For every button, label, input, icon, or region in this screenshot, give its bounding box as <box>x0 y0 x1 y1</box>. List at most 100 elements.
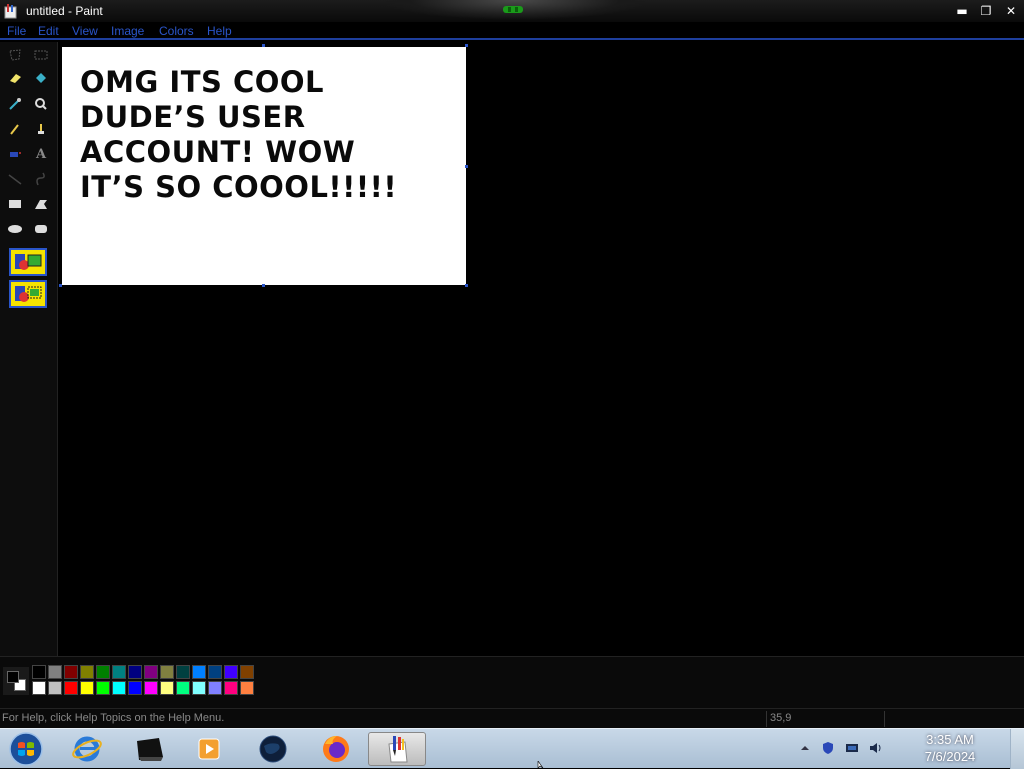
green-indicator-icon <box>503 6 523 13</box>
paint-app-icon[interactable] <box>3 3 19 19</box>
internet-explorer-icon <box>72 736 102 762</box>
color-swatch[interactable] <box>80 681 94 695</box>
color-picker-tool[interactable] <box>4 93 26 115</box>
resize-handle-bottom-right[interactable] <box>465 284 468 287</box>
brush-tool[interactable] <box>30 118 52 140</box>
color-swatch[interactable] <box>208 681 222 695</box>
color-swatch[interactable] <box>144 665 158 679</box>
color-swatch[interactable] <box>192 681 206 695</box>
text-tool[interactable]: A <box>30 143 52 165</box>
title-bar: untitled - Paint ▬ ❐ ✕ <box>0 0 1024 22</box>
color-swatch[interactable] <box>224 681 238 695</box>
color-swatch[interactable] <box>80 665 94 679</box>
color-swatch[interactable] <box>240 681 254 695</box>
color-swatch[interactable] <box>96 665 110 679</box>
menu-file[interactable]: File <box>7 24 26 38</box>
canvas-area[interactable]: OMG ITS COOL DUDE’S USER ACCOUNT! WOW IT… <box>59 42 1024 656</box>
color-swatch[interactable] <box>144 681 158 695</box>
current-colors[interactable] <box>3 667 29 695</box>
free-select-icon <box>9 49 21 61</box>
airbrush-icon <box>10 152 21 157</box>
color-swatch[interactable] <box>176 665 190 679</box>
color-swatch[interactable] <box>160 681 174 695</box>
show-hidden-icons-icon[interactable] <box>798 741 812 755</box>
ellipse-tool[interactable] <box>4 218 26 240</box>
resize-handle-bottom-left <box>59 284 62 287</box>
menu-colors[interactable]: Colors <box>159 24 194 38</box>
taskbar-globe-app[interactable] <box>244 732 302 766</box>
color-swatch[interactable] <box>112 681 126 695</box>
color-swatch[interactable] <box>160 665 174 679</box>
menu-image[interactable]: Image <box>111 24 144 38</box>
shield-icon[interactable] <box>821 741 835 755</box>
polygon-icon <box>35 200 47 209</box>
color-swatch[interactable] <box>64 665 78 679</box>
color-swatch[interactable] <box>96 681 110 695</box>
maximize-button[interactable]: ❐ <box>977 2 995 20</box>
pencil-tool[interactable] <box>4 118 26 140</box>
magnifier-tool[interactable] <box>30 93 52 115</box>
color-swatch[interactable] <box>192 665 206 679</box>
resize-handle-right[interactable] <box>465 165 468 168</box>
color-swatch[interactable] <box>32 665 46 679</box>
volume-icon[interactable] <box>868 741 882 755</box>
menu-view[interactable]: View <box>72 24 98 38</box>
resize-handle-top <box>262 44 265 47</box>
eraser-tool[interactable] <box>4 67 26 89</box>
taskbar-internet-explorer[interactable] <box>58 732 116 766</box>
pencil-icon <box>10 124 19 135</box>
rounded-rectangle-tool[interactable] <box>30 218 52 240</box>
line-icon <box>8 174 22 185</box>
airbrush-tool[interactable] <box>4 143 26 165</box>
free-select-tool[interactable] <box>4 44 26 66</box>
menu-edit[interactable]: Edit <box>38 24 59 38</box>
menu-help[interactable]: Help <box>207 24 232 38</box>
ellipse-icon <box>8 225 22 233</box>
close-button[interactable]: ✕ <box>1002 2 1020 20</box>
color-swatch[interactable] <box>32 681 46 695</box>
media-player-icon <box>198 738 220 760</box>
start-button[interactable] <box>6 731 46 767</box>
polygon-tool[interactable] <box>30 193 52 215</box>
network-icon[interactable] <box>845 741 859 755</box>
eraser-icon <box>10 74 21 83</box>
line-tool[interactable] <box>4 168 26 190</box>
taskbar-media-player[interactable] <box>180 732 238 766</box>
transparent-shapes-icon <box>15 286 42 302</box>
draw-transparent-option[interactable] <box>9 280 47 308</box>
minimize-button[interactable]: ▬ <box>953 2 971 20</box>
color-swatch[interactable] <box>176 681 190 695</box>
drawing-canvas[interactable]: OMG ITS COOL DUDE’S USER ACCOUNT! WOW IT… <box>62 47 466 285</box>
clock-date: 7/6/2024 <box>924 749 976 764</box>
color-swatch[interactable] <box>128 681 142 695</box>
clock[interactable]: 3:35 AM 7/6/2024 <box>900 731 1000 765</box>
color-swatch[interactable] <box>224 665 238 679</box>
curve-tool[interactable] <box>30 168 52 190</box>
status-divider <box>884 711 885 727</box>
color-swatch[interactable] <box>128 665 142 679</box>
resize-handle-bottom[interactable] <box>262 284 265 287</box>
canvas-text-line-1: OMG ITS COOL <box>80 65 325 99</box>
status-bar: For Help, click Help Topics on the Help … <box>0 708 1024 728</box>
taskbar-firefox[interactable] <box>307 732 365 766</box>
rect-select-tool[interactable] <box>30 44 52 66</box>
eyedropper-icon <box>9 98 21 110</box>
show-desktop-button[interactable] <box>1010 729 1024 769</box>
color-swatch[interactable] <box>48 681 62 695</box>
clock-time: 3:35 AM <box>926 732 974 747</box>
color-swatch[interactable] <box>240 665 254 679</box>
taskbar-command-prompt[interactable] <box>120 732 178 766</box>
color-swatch[interactable] <box>48 665 62 679</box>
foreground-color[interactable] <box>7 671 19 683</box>
color-swatch[interactable] <box>112 665 126 679</box>
status-divider <box>766 711 767 727</box>
color-swatch[interactable] <box>64 681 78 695</box>
command-prompt-icon <box>137 738 163 761</box>
canvas-text: OMG ITS COOL DUDE’S USER ACCOUNT! WOW IT… <box>80 65 460 205</box>
rectangle-tool[interactable] <box>4 193 26 215</box>
draw-opaque-option[interactable] <box>9 248 47 276</box>
rect-select-icon <box>34 50 48 60</box>
color-swatch[interactable] <box>208 665 222 679</box>
taskbar-paint[interactable] <box>368 732 426 766</box>
fill-tool[interactable] <box>30 67 52 89</box>
